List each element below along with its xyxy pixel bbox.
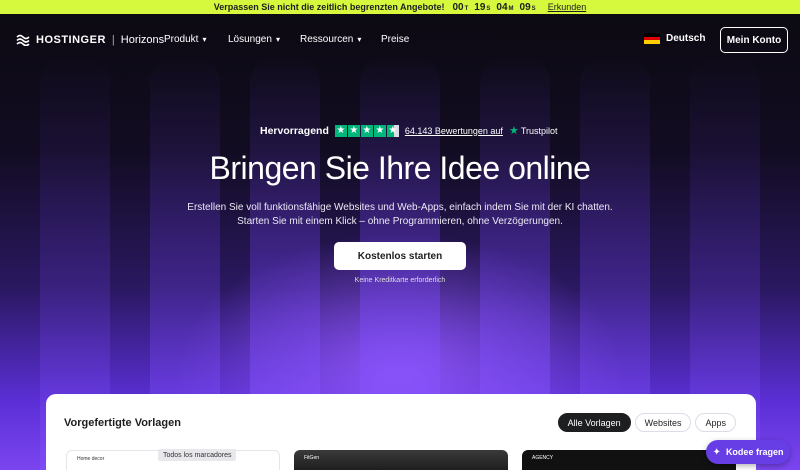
rating-label: Hervorragend <box>260 124 329 137</box>
trustpilot-rating[interactable]: Hervorragend ★ ★ ★ ★ ★ 64.143 Bewertunge… <box>260 124 558 137</box>
nav-item-solutions[interactable]: Lösungen ▾ <box>228 34 280 45</box>
no-credit-card-note: Keine Kreditkarte erforderlich <box>354 277 446 284</box>
brand-name: HOSTINGER <box>36 34 106 46</box>
template-thumbnail[interactable]: FitGen <box>294 450 508 470</box>
star-icon: ★ <box>373 124 386 137</box>
hero-subtitle-line2: Starten Sie mit einem Klick – ohne Progr… <box>237 216 563 227</box>
nav-item-label: Ressourcen <box>300 34 354 45</box>
start-free-button[interactable]: Kostenlos starten <box>334 242 466 270</box>
sparkle-icon: ✦ <box>712 446 721 458</box>
countdown-days-unit: T <box>464 5 469 12</box>
countdown-minutes: 04 <box>496 1 508 13</box>
nav-item-pricing[interactable]: Preise <box>381 34 409 45</box>
promo-explore-link[interactable]: Erkunden <box>548 2 587 12</box>
trustpilot-star-icon: ★ <box>508 125 519 137</box>
nav-item-product[interactable]: Produkt ▾ <box>164 34 206 45</box>
template-thumbnail-label: FitGen <box>304 455 320 461</box>
filter-websites[interactable]: Websites <box>634 413 692 432</box>
star-icon: ★ <box>334 124 347 137</box>
countdown-hours: 19 <box>474 1 486 13</box>
template-thumbnail[interactable]: AGENCY <box>522 450 736 470</box>
countdown-seconds: 09 <box>519 1 531 13</box>
bookmarks-tooltip: Todos los marcadores <box>158 449 237 461</box>
template-filters: Alle Vorlagen Websites Apps <box>557 413 736 432</box>
hero-subtitle-line1: Erstellen Sie voll funktionsfähige Websi… <box>187 202 613 213</box>
countdown-timer: 00T 19S 04M 09S <box>452 2 535 13</box>
german-flag-icon <box>644 33 660 45</box>
ask-kodee-button[interactable]: ✦ Kodee fragen <box>706 440 790 464</box>
my-account-button[interactable]: Mein Konto <box>720 27 788 53</box>
filter-all-templates[interactable]: Alle Vorlagen <box>557 413 631 432</box>
promo-text: Verpassen Sie nicht die zeitlich begrenz… <box>213 2 445 12</box>
template-thumbnail-label: AGENCY <box>532 455 554 461</box>
language-selector[interactable]: Deutsch <box>644 33 706 45</box>
countdown-seconds-unit: S <box>531 5 536 12</box>
nav-item-label: Produkt <box>164 34 199 45</box>
nav-item-resources[interactable]: Ressourcen ▾ <box>300 34 361 45</box>
star-icon: ★ <box>360 124 373 137</box>
horizons-logo-icon <box>16 34 30 46</box>
templates-title: Vorgefertigte Vorlagen <box>64 417 181 429</box>
promo-banner: Verpassen Sie nicht die zeitlich begrenz… <box>0 0 800 14</box>
star-icon: ★ <box>347 124 360 137</box>
rating-stars: ★ ★ ★ ★ ★ <box>334 124 399 137</box>
chevron-down-icon: ▾ <box>202 35 207 44</box>
template-thumbnail-label: Home decor <box>77 456 105 462</box>
product-name: Horizons <box>120 34 165 46</box>
filter-apps[interactable]: Apps <box>695 413 736 432</box>
hero-title: Bringen Sie Ihre Idee online <box>209 150 591 186</box>
chevron-down-icon: ▾ <box>357 35 362 44</box>
hostinger-logo[interactable]: HOSTINGER | Horizons <box>16 34 164 46</box>
half-star-icon: ★ <box>386 124 399 137</box>
templates-section: Vorgefertigte Vorlagen Alle Vorlagen Web… <box>46 394 756 470</box>
nav-item-label: Lösungen <box>228 34 272 45</box>
ask-kodee-label: Kodee fragen <box>725 447 784 457</box>
countdown-days: 00 <box>452 1 464 13</box>
countdown-minutes-unit: M <box>508 5 514 12</box>
reviews-count-link[interactable]: 64.143 Bewertungen auf <box>405 126 503 136</box>
trustpilot-logo: ★ Trustpilot <box>509 124 558 137</box>
brand-separator: | <box>111 34 115 46</box>
chevron-down-icon: ▾ <box>275 35 280 44</box>
trustpilot-label: Trustpilot <box>520 125 558 136</box>
countdown-hours-unit: S <box>486 5 491 12</box>
language-label: Deutsch <box>666 33 706 44</box>
nav-item-label: Preise <box>381 34 410 45</box>
